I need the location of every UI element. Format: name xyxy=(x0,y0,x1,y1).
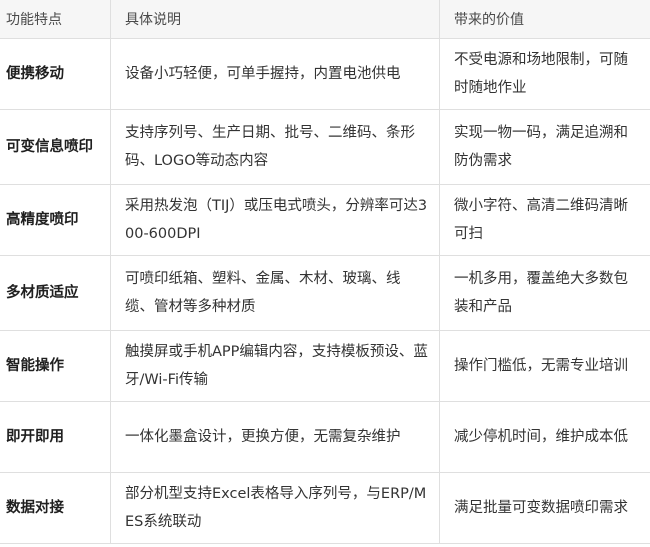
feature-cell: 智能操作 xyxy=(0,330,111,402)
feature-cell: 便携移动 xyxy=(0,38,111,110)
table-row: 便携移动 设备小巧轻便，可单手握持，内置电池供电 不受电源和场地限制，可随时随地… xyxy=(0,38,650,110)
feature-cell: 可变信息喷印 xyxy=(0,109,111,185)
table-row: 多材质适应 可喷印纸箱、塑料、金属、木材、玻璃、线缆、管材等多种材质 一机多用，… xyxy=(0,255,650,331)
value-cell: 满足批量可变数据喷印需求 xyxy=(439,472,650,544)
table-row: 即开即用 一体化墨盒设计，更换方便，无需复杂维护 减少停机时间，维护成本低 xyxy=(0,401,650,473)
value-cell: 实现一物一码，满足追溯和防伪需求 xyxy=(439,109,650,185)
header-value: 带来的价值 xyxy=(439,0,650,39)
description-cell: 可喷印纸箱、塑料、金属、木材、玻璃、线缆、管材等多种材质 xyxy=(110,255,440,331)
header-feature: 功能特点 xyxy=(0,0,111,39)
feature-cell: 高精度喷印 xyxy=(0,184,111,256)
table-row: 可变信息喷印 支持序列号、生产日期、批号、二维码、条形码、LOGO等动态内容 实… xyxy=(0,109,650,185)
table-header-row: 功能特点 具体说明 带来的价值 xyxy=(0,0,650,39)
table-header: 功能特点 具体说明 带来的价值 xyxy=(0,0,650,39)
value-cell: 操作门槛低，无需专业培训 xyxy=(439,330,650,402)
description-cell: 部分机型支持Excel表格导入序列号，与ERP/MES系统联动 xyxy=(110,472,440,544)
feature-cell: 数据对接 xyxy=(0,472,111,544)
table-row: 智能操作 触摸屏或手机APP编辑内容，支持模板预设、蓝牙/Wi-Fi传输 操作门… xyxy=(0,330,650,402)
feature-cell: 多材质适应 xyxy=(0,255,111,331)
feature-cell: 即开即用 xyxy=(0,401,111,473)
value-cell: 减少停机时间，维护成本低 xyxy=(439,401,650,473)
description-cell: 一体化墨盒设计，更换方便，无需复杂维护 xyxy=(110,401,440,473)
table-row: 高精度喷印 采用热发泡（TIJ）或压电式喷头，分辨率可达300-600DPI 微… xyxy=(0,184,650,256)
value-cell: 不受电源和场地限制，可随时随地作业 xyxy=(439,38,650,110)
value-cell: 一机多用，覆盖绝大多数包装和产品 xyxy=(439,255,650,331)
value-cell: 微小字符、高清二维码清晰可扫 xyxy=(439,184,650,256)
description-cell: 采用热发泡（TIJ）或压电式喷头，分辨率可达300-600DPI xyxy=(110,184,440,256)
table-row: 数据对接 部分机型支持Excel表格导入序列号，与ERP/MES系统联动 满足批… xyxy=(0,472,650,544)
table-body: 便携移动 设备小巧轻便，可单手握持，内置电池供电 不受电源和场地限制，可随时随地… xyxy=(0,38,650,544)
feature-comparison-table: 功能特点 具体说明 带来的价值 便携移动 设备小巧轻便，可单手握持，内置电池供电… xyxy=(0,0,650,544)
header-description: 具体说明 xyxy=(110,0,440,39)
description-cell: 触摸屏或手机APP编辑内容，支持模板预设、蓝牙/Wi-Fi传输 xyxy=(110,330,440,402)
description-cell: 支持序列号、生产日期、批号、二维码、条形码、LOGO等动态内容 xyxy=(110,109,440,185)
description-cell: 设备小巧轻便，可单手握持，内置电池供电 xyxy=(110,38,440,110)
